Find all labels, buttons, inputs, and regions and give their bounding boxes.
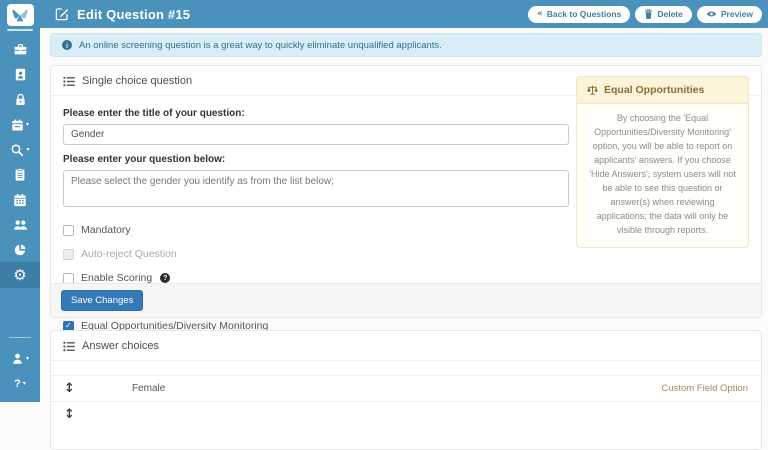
sidebar-divider: [9, 337, 31, 338]
butterfly-logo-icon: [7, 4, 34, 26]
checkbox-box: [63, 249, 74, 260]
answer-choices-panel: Answer choices ↕ Female Custom Field Opt…: [50, 330, 762, 450]
back-chevrons-icon: «: [537, 9, 543, 19]
equal-opportunities-title: Equal Opportunities: [604, 84, 704, 96]
chevron-down-icon: ▾: [26, 122, 29, 128]
main-content: i An online screening question is a grea…: [40, 28, 768, 402]
drag-handle-icon[interactable]: ↕: [64, 407, 84, 422]
preview-button[interactable]: Preview: [697, 6, 762, 23]
search-dropdown-icon[interactable]: ▾: [0, 137, 40, 162]
scales-icon: [587, 85, 598, 96]
briefcase-icon[interactable]: [0, 37, 40, 62]
help-dropdown-icon[interactable]: ? ▾: [0, 371, 40, 396]
page-title: Edit Question #15: [77, 7, 190, 22]
settings-cogs-icon[interactable]: ⚙: [0, 262, 40, 288]
save-changes-button[interactable]: Save Changes: [61, 290, 143, 311]
drag-handle-icon[interactable]: ↕: [64, 381, 84, 396]
question-text-input[interactable]: Please select the gender you identify as…: [63, 170, 569, 207]
equal-opportunities-header: Equal Opportunities: [577, 77, 748, 104]
chevron-down-icon: ▾: [23, 381, 26, 387]
sidebar: ▾ ▾: [0, 0, 40, 402]
checkbox-auto-reject: Auto-reject Question: [63, 248, 569, 260]
help-question-icon[interactable]: ?: [160, 273, 170, 283]
info-alert: i An online screening question is a grea…: [50, 33, 762, 57]
edit-icon: [55, 7, 69, 21]
answer-row: ↕ Female Custom Field Option: [51, 375, 761, 401]
equal-opportunities-text: By choosing the 'Equal Opportunities/Div…: [577, 104, 748, 247]
answer-row: ↕: [51, 401, 761, 427]
info-icon: i: [62, 40, 72, 50]
logo-underline: [7, 29, 33, 31]
back-to-questions-button[interactable]: « Back to Questions: [528, 6, 630, 23]
list-icon: [63, 341, 75, 352]
header-actions: « Back to Questions Delete Preview: [528, 6, 762, 23]
eye-icon: [706, 10, 717, 18]
equal-opportunities-infobox: Equal Opportunities By choosing the 'Equ…: [576, 76, 749, 248]
checkbox-box[interactable]: [63, 273, 74, 284]
chevron-down-icon: ▾: [26, 147, 29, 153]
lock-icon[interactable]: [0, 87, 40, 112]
question-panel-footer: Save Changes: [51, 283, 761, 317]
question-panel-title: Single choice question: [82, 75, 192, 87]
calendar-icon[interactable]: [0, 187, 40, 212]
answer-choices-title: Answer choices: [82, 340, 159, 352]
page-header: Edit Question #15 « Back to Questions De…: [40, 0, 768, 28]
delete-button[interactable]: Delete: [635, 6, 692, 23]
chevron-down-icon: ▾: [26, 356, 29, 362]
question-title-label: Please enter the title of your question:: [63, 108, 569, 119]
list-icon: [63, 76, 75, 87]
checkbox-box[interactable]: [63, 225, 74, 236]
users-icon[interactable]: [0, 212, 40, 237]
clipboard-icon[interactable]: [0, 162, 40, 187]
trash-icon: [644, 9, 653, 19]
answer-choices-heading: Answer choices: [51, 331, 761, 361]
question-text-label: Please enter your question below:: [63, 154, 569, 165]
app-logo[interactable]: [7, 4, 34, 31]
pie-chart-icon[interactable]: [0, 237, 40, 262]
question-title-input[interactable]: [63, 124, 569, 145]
id-card-icon[interactable]: [0, 62, 40, 87]
checkbox-mandatory[interactable]: Mandatory: [63, 224, 569, 236]
calendar-dropdown-icon[interactable]: ▾: [0, 112, 40, 137]
custom-field-option-link[interactable]: Custom Field Option: [661, 383, 748, 394]
answer-label: Female: [132, 383, 165, 394]
info-alert-text: An online screening question is a great …: [79, 40, 442, 51]
question-panel: Single choice question Please enter the …: [50, 65, 762, 318]
user-dropdown-icon[interactable]: ▾: [0, 346, 40, 371]
